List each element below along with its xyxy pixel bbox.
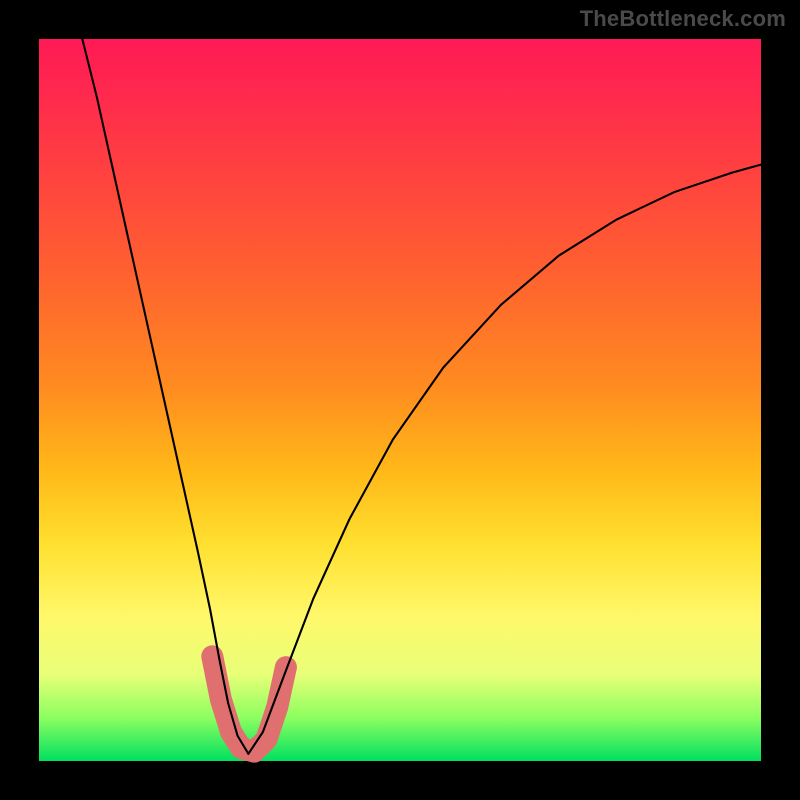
left-branch-path bbox=[82, 39, 248, 754]
trough-highlight-path bbox=[212, 656, 286, 751]
watermark-text: TheBottleneck.com bbox=[580, 6, 786, 32]
outer-frame: TheBottleneck.com bbox=[0, 0, 800, 800]
curve-layer bbox=[39, 39, 761, 761]
plot-area bbox=[39, 39, 761, 761]
right-branch-path bbox=[248, 165, 761, 754]
